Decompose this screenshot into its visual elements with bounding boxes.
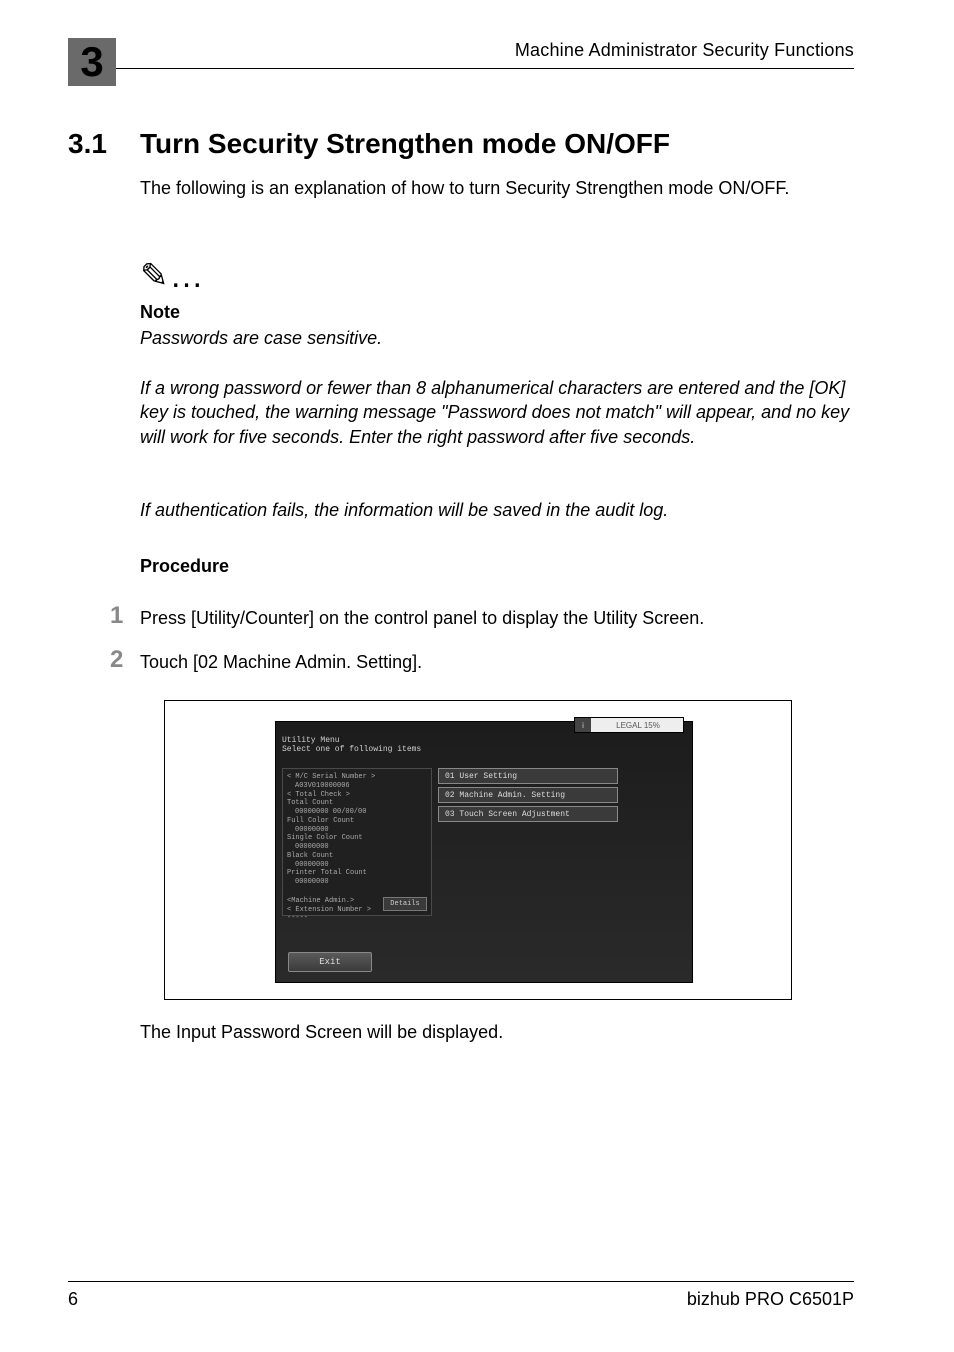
step-number: 2 xyxy=(110,648,140,672)
page-number: 6 xyxy=(68,1289,78,1310)
info-line: 00000000 xyxy=(287,843,427,852)
screen-header: Utility Menu Select one of following ite… xyxy=(282,736,421,754)
screen-header-line1: Utility Menu xyxy=(282,736,421,745)
info-line: Black Count xyxy=(287,852,427,861)
note-sentence-1: Passwords are case sensitive. xyxy=(140,328,382,349)
step-text: Press [Utility/Counter] on the control p… xyxy=(140,606,704,630)
info-line: < Extension Number > xyxy=(287,906,371,914)
info-line: < M/C Serial Number > xyxy=(287,773,427,782)
header-rule xyxy=(100,68,854,69)
info-line: 00000000 00/00/00 xyxy=(287,808,427,817)
info-line: Printer Total Count xyxy=(287,869,427,878)
section-number: 3.1 xyxy=(68,128,140,160)
step-text: Touch [02 Machine Admin. Setting]. xyxy=(140,650,422,674)
step-number: 1 xyxy=(110,604,140,628)
info-line: 00000000 xyxy=(287,826,427,835)
chapter-number: 3 xyxy=(80,38,103,86)
info-line: Total Count xyxy=(287,799,427,808)
intro-paragraph: The following is an explanation of how t… xyxy=(140,176,854,200)
procedure-step-1: 1 Press [Utility/Counter] on the control… xyxy=(110,606,854,630)
note-icon: ✎… xyxy=(140,256,205,296)
exit-button[interactable]: Exit xyxy=(288,952,372,972)
memory-indicator: i LEGAL 15% xyxy=(574,717,684,733)
chapter-number-box: 3 xyxy=(68,38,116,86)
info-line: < Total Check > xyxy=(287,791,427,800)
note-paragraph-3: If authentication fails, the information… xyxy=(140,498,854,522)
details-button[interactable]: Details xyxy=(383,897,427,911)
info-icon: i xyxy=(575,718,591,732)
memory-label: LEGAL 15% xyxy=(593,721,683,730)
result-text: The Input Password Screen will be displa… xyxy=(140,1022,503,1043)
pen-icon: ✎… xyxy=(140,256,205,296)
info-panel: < M/C Serial Number > A03V010000006 < To… xyxy=(282,768,432,916)
screen-header-line2: Select one of following items xyxy=(282,745,421,754)
utility-screen: i LEGAL 15% Utility Menu Select one of f… xyxy=(275,721,693,983)
footer-rule xyxy=(68,1281,854,1282)
section-title: Turn Security Strengthen mode ON/OFF xyxy=(140,128,670,160)
running-head: Machine Administrator Security Functions xyxy=(515,40,854,61)
touch-screen-adjustment-button[interactable]: 03 Touch Screen Adjustment xyxy=(438,806,618,822)
note-label: Note xyxy=(140,302,180,323)
procedure-label: Procedure xyxy=(140,556,229,577)
info-line: A03V010000006 xyxy=(287,782,427,791)
note-paragraph-2: If a wrong password or fewer than 8 alph… xyxy=(140,376,854,449)
product-name: bizhub PRO C6501P xyxy=(687,1289,854,1310)
info-line: Single Color Count xyxy=(287,834,427,843)
info-line: 00000000 xyxy=(287,878,427,887)
machine-admin-setting-button[interactable]: 02 Machine Admin. Setting xyxy=(438,787,618,803)
section-heading: 3.1 Turn Security Strengthen mode ON/OFF xyxy=(68,128,854,160)
user-setting-button[interactable]: 01 User Setting xyxy=(438,768,618,784)
info-line: ----- xyxy=(287,914,427,923)
screenshot-frame: i LEGAL 15% Utility Menu Select one of f… xyxy=(164,700,792,1000)
menu-buttons: 01 User Setting 02 Machine Admin. Settin… xyxy=(438,768,618,825)
info-line: Full Color Count xyxy=(287,817,427,826)
info-line: 00000000 xyxy=(287,861,427,870)
procedure-step-2: 2 Touch [02 Machine Admin. Setting]. xyxy=(110,650,854,674)
